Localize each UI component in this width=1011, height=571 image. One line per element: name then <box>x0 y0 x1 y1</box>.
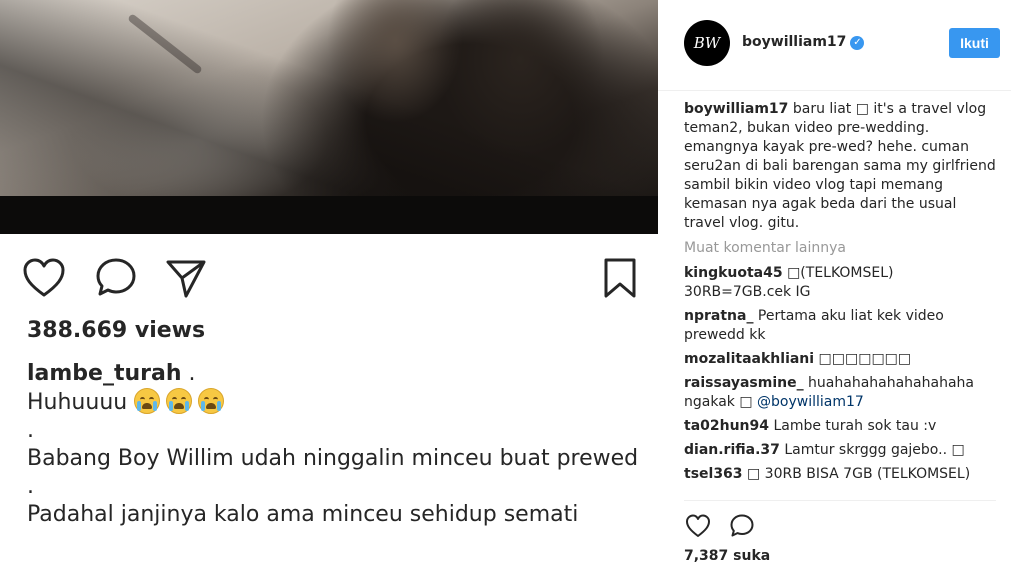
comment-username[interactable]: kingkuota45 <box>684 265 783 281</box>
comment-item: kingkuota45 □(TELKOMSEL) 30RB=7GB.cek IG <box>684 264 996 302</box>
sidebar-divider <box>684 500 996 501</box>
bookmark-icon[interactable] <box>596 254 644 302</box>
comment-icon[interactable] <box>728 512 756 540</box>
comment-text: Lamtur skrggg gajebo.. □ <box>784 442 965 458</box>
video-player[interactable] <box>0 0 658 234</box>
comment-item: ta02hun94 Lambe turah sok tau :v <box>684 417 996 436</box>
comment-username[interactable]: mozalitaakhliani <box>684 351 814 367</box>
caption-line-5: Padahal janjinya kalo ama minceu sehidup… <box>27 502 579 527</box>
caption-line-2: . <box>27 418 34 443</box>
sidebar-actions <box>684 512 984 544</box>
video-frame <box>0 0 658 196</box>
caption-username-suffix: . <box>181 361 196 386</box>
verified-badge-icon: ✓ <box>850 36 865 50</box>
caption-line-1: Huhuuuu <box>27 390 128 415</box>
post-media-panel: 388.669 views lambe_turah . Huhuuuu . Ba… <box>0 0 658 571</box>
follow-button[interactable]: Ikuti <box>949 28 1000 58</box>
header-username-wrap: boywilliam17 ✓ <box>742 34 865 50</box>
post-header: BW boywilliam17 ✓ Ikuti <box>658 0 1011 91</box>
video-letterbox <box>0 196 658 234</box>
heart-icon[interactable] <box>20 254 68 302</box>
comment-item: raissayasmine_ huahahahahahahahaha ngaka… <box>684 374 996 412</box>
comment-username[interactable]: ta02hun94 <box>684 418 769 434</box>
crying-face-icon <box>166 388 193 414</box>
view-count: 388.669 views <box>27 318 206 343</box>
post-sidebar: BW boywilliam17 ✓ Ikuti boywilliam17 baru… <box>658 0 1011 571</box>
comment-item: dian.rifia.37 Lamtur skrggg gajebo.. □ <box>684 441 996 460</box>
comment-item: npratna_ Pertama aku liat kek video prew… <box>684 307 996 345</box>
send-icon[interactable] <box>162 254 210 302</box>
avatar[interactable]: BW <box>684 20 730 66</box>
post-actions <box>0 248 658 306</box>
comment-item: mozalitaakhliani □□□□□□□ <box>684 350 996 369</box>
owner-caption: boywilliam17 baru liat □ it's a travel v… <box>684 100 996 233</box>
caption-line-4: . <box>27 474 34 499</box>
comment-item: tsel363 □ 30RB BISA 7GB (TELKOMSEL) <box>684 465 996 484</box>
comment-text: □□□□□□□ <box>818 351 912 367</box>
header-username[interactable]: boywilliam17 <box>742 34 846 50</box>
comments-list[interactable]: boywilliam17 baru liat □ it's a travel v… <box>684 100 996 500</box>
post-caption: lambe_turah . Huhuuuu . Babang Boy Willi… <box>27 360 647 529</box>
comment-text: □ 30RB BISA 7GB (TELKOMSEL) <box>747 466 971 482</box>
comment-username[interactable]: dian.rifia.37 <box>684 442 780 458</box>
caption-line-3: Babang Boy Willim udah ninggalin minceu … <box>27 446 639 471</box>
comment-username[interactable]: tsel363 <box>684 466 743 482</box>
comment-username[interactable]: npratna_ <box>684 308 753 324</box>
comment-text: Lambe turah sok tau :v <box>773 418 937 434</box>
heart-icon[interactable] <box>684 512 712 540</box>
comment-text: baru liat □ it's a travel vlog teman2, b… <box>684 101 996 231</box>
comment-username[interactable]: raissayasmine_ <box>684 375 804 391</box>
comment-icon[interactable] <box>92 254 140 302</box>
like-count[interactable]: 7,387 suka <box>684 548 770 564</box>
caption-username[interactable]: lambe_turah <box>27 361 182 386</box>
load-more-comments-link[interactable]: Muat komentar lainnya <box>684 239 996 258</box>
crying-face-icon <box>198 388 225 414</box>
comment-mention-link[interactable]: @boywilliam17 <box>757 394 864 410</box>
crying-face-icon <box>134 388 161 414</box>
comment-username[interactable]: boywilliam17 <box>684 101 788 117</box>
video-frame-shade <box>0 0 658 196</box>
